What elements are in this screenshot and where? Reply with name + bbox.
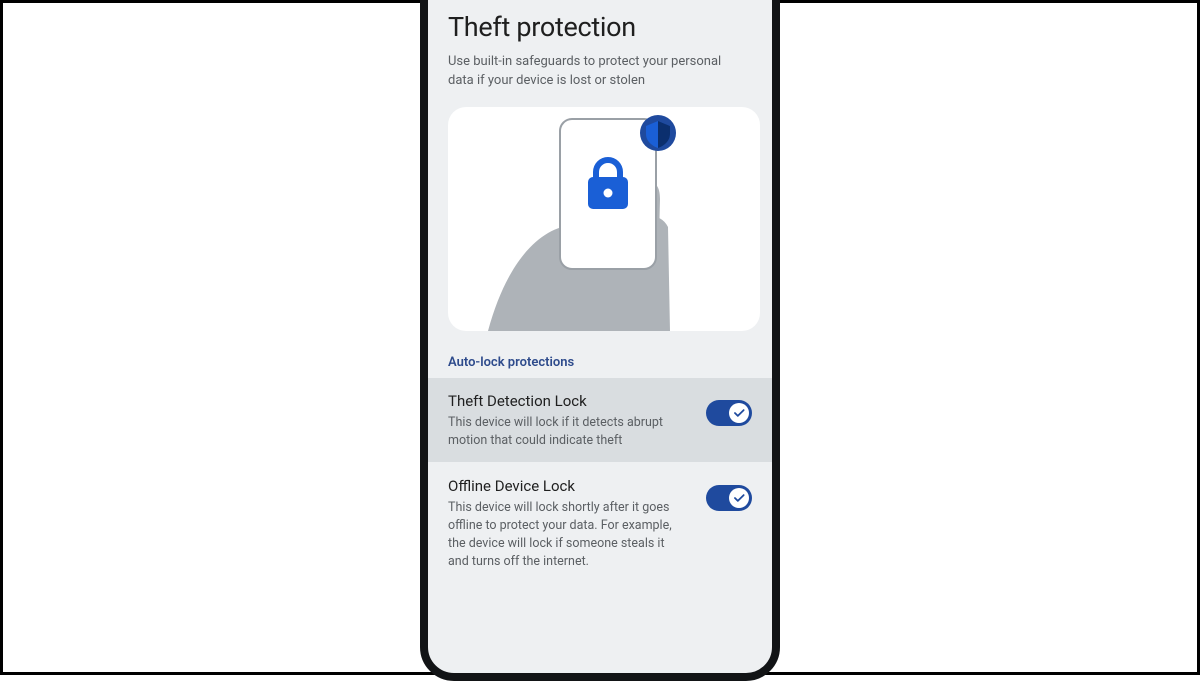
check-icon <box>732 491 746 505</box>
shield-icon <box>640 115 676 151</box>
setting-row-theft-detection[interactable]: Theft Detection Lock This device will lo… <box>428 378 772 462</box>
toggle-theft-detection[interactable] <box>706 400 752 426</box>
setting-desc: This device will lock shortly after it g… <box>448 499 678 572</box>
check-icon <box>732 406 746 420</box>
phone-frame: Theft protection Use built-in safeguards… <box>420 0 780 681</box>
setting-title: Offline Device Lock <box>448 477 694 495</box>
hero-illustration <box>448 107 760 331</box>
toggle-offline-lock[interactable] <box>706 485 752 511</box>
setting-row-offline-lock[interactable]: Offline Device Lock This device will loc… <box>448 462 752 584</box>
page-title: Theft protection <box>448 0 752 43</box>
page-subtitle: Use built-in safeguards to protect your … <box>448 53 738 91</box>
section-label: Auto-lock protections <box>448 355 752 370</box>
setting-desc: This device will lock if it detects abru… <box>448 414 678 450</box>
setting-title: Theft Detection Lock <box>448 392 694 410</box>
settings-screen: Theft protection Use built-in safeguards… <box>428 0 772 673</box>
